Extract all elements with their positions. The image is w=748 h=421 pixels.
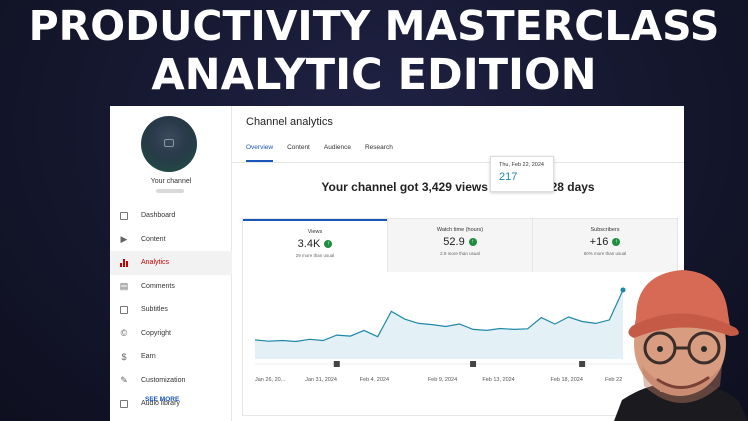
video-marker[interactable] [470,361,477,367]
channel-name-placeholder [156,189,184,193]
video-marker[interactable] [579,361,586,367]
chart-tooltip: Thu, Feb 22, 2024 217 [490,156,554,192]
x-tick-label: Jan 31, 2024 [305,377,337,383]
subtitles-icon [119,305,129,315]
sidebar-item-label: Dashboard [141,212,176,220]
x-tick-label: Feb 13, 2024 [482,377,514,383]
tab-audience[interactable]: Audience [324,144,351,162]
sidebar-item-earn[interactable]: $ Earn [110,345,232,369]
views-summary: Your channel got 3,429 views in the last… [321,180,595,194]
tab-research[interactable]: Research [365,144,393,162]
comments-icon: ▤ [119,280,129,291]
sidebar-item-label: Earn [141,353,156,361]
sidebar-item-label: Copyright [141,329,171,337]
see-more-link[interactable]: SEE MORE [145,396,179,403]
channel-label: Your channel [150,178,192,185]
customization-icon: ✎ [120,374,128,385]
sidebar-item-comments[interactable]: ▤ Comments [110,275,232,299]
sidebar-item-label: Content [141,235,166,243]
dashboard-icon [119,211,129,221]
sidebar-item-analytics[interactable]: Analytics [110,251,232,275]
video-marker[interactable] [333,361,340,367]
audio-library-icon [119,399,129,409]
earn-icon: $ [121,351,127,362]
sidebar-nav: Dashboard ▶ Content Analytics ▤ Comments… [110,204,232,416]
x-tick-label: Feb 4, 2024 [360,377,389,383]
chart-area-fill [255,290,623,359]
copyright-icon: © [120,328,128,339]
x-tick-label: Jan 26, 20... [255,377,286,383]
presenter-photo [614,270,748,421]
sidebar-item-label: Comments [141,282,175,290]
headline-line-1: PRODUCTIVITY MASTERCLASS [28,2,720,50]
x-tick-label: Feb 18, 2024 [550,377,582,383]
analytics-window: Your channel Dashboard ▶ Content Analyti… [110,106,684,421]
sidebar-item-customization[interactable]: ✎ Customization [110,369,232,393]
page-title: Channel analytics [246,116,333,128]
tooltip-date: Thu, Feb 22, 2024 [499,162,544,168]
sidebar-item-copyright[interactable]: © Copyright [110,322,232,346]
analytics-icon [119,258,129,268]
sidebar-item-label: Analytics [141,259,170,267]
sidebar-item-label: Subtitles [141,306,168,314]
channel-avatar[interactable] [141,116,197,172]
sidebar-item-label: Customization [141,376,186,384]
tooltip-value: 217 [499,171,518,183]
sidebar-item-subtitles[interactable]: Subtitles [110,298,232,322]
content-icon: ▶ [120,233,128,244]
sidebar: Your channel Dashboard ▶ Content Analyti… [110,106,232,421]
x-tick-label: Feb 9, 2024 [428,377,457,383]
camera-icon [164,139,174,147]
tabs-divider [232,162,684,163]
tab-content[interactable]: Content [287,144,310,162]
sidebar-item-content[interactable]: ▶ Content [110,228,232,252]
tab-overview[interactable]: Overview [246,144,274,162]
analytics-tabs: Overview Content Audience Research [246,144,407,162]
headline-line-2: ANALYTIC EDITION [151,50,597,100]
sidebar-item-dashboard[interactable]: Dashboard [110,204,232,228]
